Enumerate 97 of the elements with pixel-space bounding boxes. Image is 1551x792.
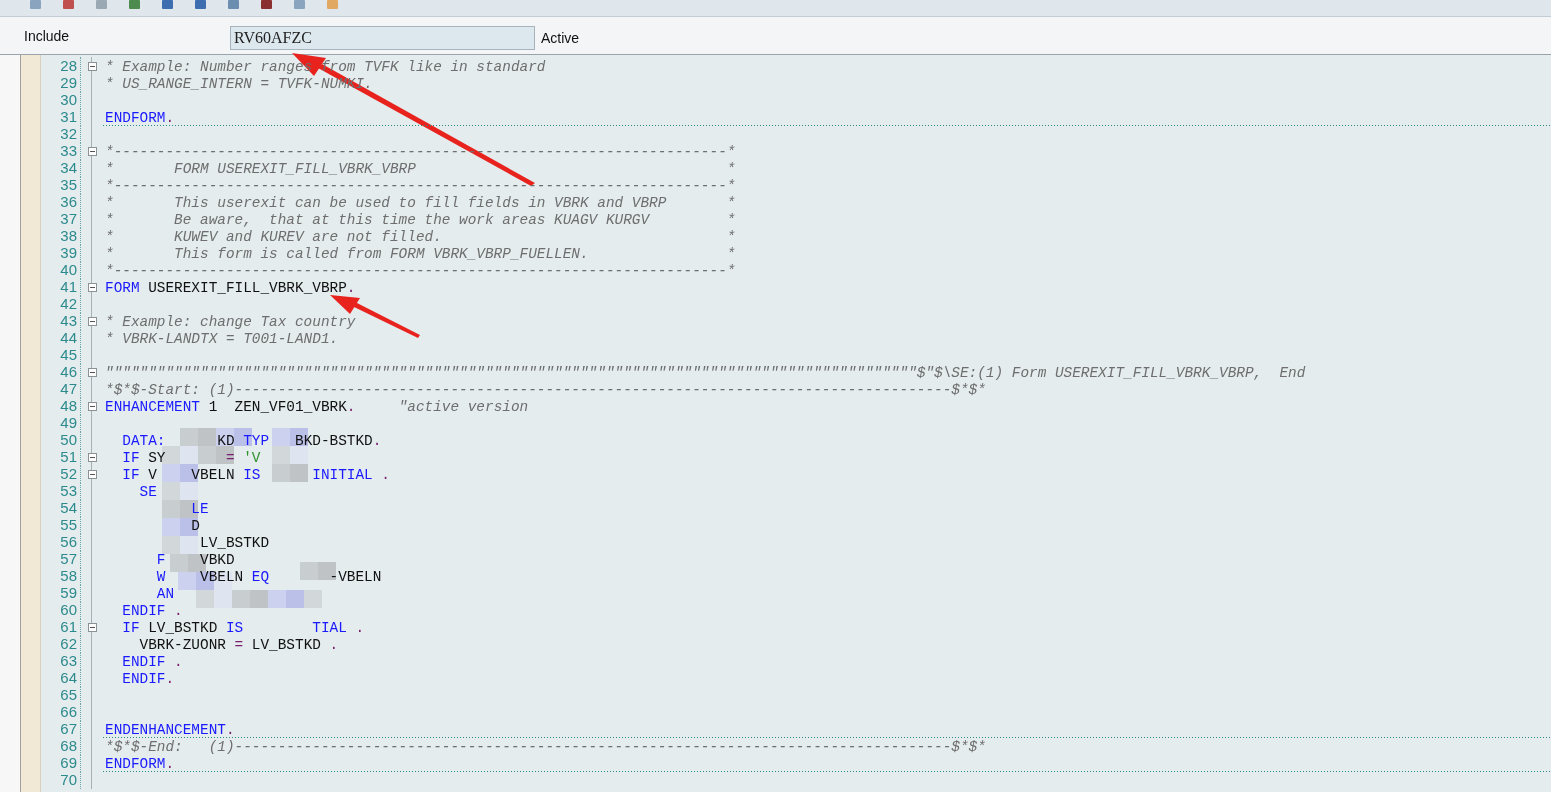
line-number: 51	[60, 448, 77, 465]
code-line: DATA: KD TYP BKD-BSTKD.	[121, 433, 382, 449]
line-number: 52	[60, 465, 77, 482]
line-number: 61	[60, 618, 77, 635]
line-number: 40	[60, 261, 77, 278]
line-number: 35	[60, 176, 77, 193]
code-line: ENDFORM.	[105, 756, 175, 772]
toolbar-icon[interactable]	[195, 0, 206, 9]
line-number: 44	[60, 329, 77, 346]
line-number: 70	[60, 771, 77, 788]
collapse-icon[interactable]	[87, 316, 97, 326]
line-number: 59	[60, 584, 77, 601]
code-line: * KUWEV and KUREV are not filled. *	[105, 229, 736, 245]
line-number: 67	[60, 720, 77, 737]
toolbar-icon[interactable]	[30, 0, 41, 9]
code-line: * This form is called from FORM VBRK_VBRP_FUELLEN. *	[105, 246, 736, 262]
line-number: 50	[60, 431, 77, 448]
toolbar-icon[interactable]	[96, 0, 107, 9]
code-line: IF LV_BSTKD IS TIAL .	[121, 620, 365, 636]
line-number: 57	[60, 550, 77, 567]
line-number: 63	[60, 652, 77, 669]
line-number: 36	[60, 193, 77, 210]
code-line: * VBRK-LANDTX = T001-LAND1.	[105, 331, 339, 347]
line-number: 60	[60, 601, 77, 618]
collapse-icon[interactable]	[87, 622, 97, 632]
code-line: W VBELN EQ -VBELN	[155, 569, 382, 585]
line-number: 38	[60, 227, 77, 244]
code-line: * Example: change Tax country	[105, 314, 356, 330]
code-line: ENDIF .	[121, 603, 183, 619]
include-field[interactable]: RV60AFZC	[230, 25, 535, 50]
code-line: FORM USEREXIT_FILL_VBRK_VBRP.	[105, 280, 356, 296]
line-number: 68	[60, 737, 77, 754]
line-number: 33	[60, 142, 77, 159]
collapse-icon[interactable]	[87, 452, 97, 462]
line-number: 64	[60, 669, 77, 686]
line-number: 29	[60, 74, 77, 91]
line-number: 37	[60, 210, 77, 227]
code-line: VBRK-ZUONR = LV_BSTKD .	[138, 637, 339, 653]
line-number: 42	[60, 295, 77, 312]
code-line: *-----------------------------------------------------------------------*	[105, 178, 736, 194]
line-number: 49	[60, 414, 77, 431]
line-number: 66	[60, 703, 77, 720]
code-line: *-----------------------------------------------------------------------*	[105, 263, 736, 279]
code-line: LV_BSTKD	[199, 535, 270, 551]
collapse-icon[interactable]	[87, 146, 97, 156]
code-line: IF V VBELN IS INITIAL .	[121, 467, 390, 483]
line-number: 30	[60, 91, 77, 108]
code-line: *$*$-End: (1)-----------------------------------------------------------------------------------$*$*	[105, 739, 986, 755]
line-number: 53	[60, 482, 77, 499]
line-number: 62	[60, 635, 77, 652]
code-line: ENDIF .	[121, 654, 183, 670]
line-number: 47	[60, 380, 77, 397]
code-line: * FORM USEREXIT_FILL_VBRK_VBRP *	[105, 161, 736, 177]
toolbar-icon[interactable]	[162, 0, 173, 9]
toolbar-icon[interactable]	[294, 0, 305, 9]
toolbar-icon[interactable]	[129, 0, 140, 9]
code-line: LE	[190, 501, 209, 517]
line-number: 48	[60, 397, 77, 414]
code-line: F VBKD	[155, 552, 235, 568]
collapse-icon[interactable]	[87, 401, 97, 411]
code-line: IF SY = 'V	[121, 450, 261, 466]
collapse-icon[interactable]	[87, 61, 97, 71]
status-text: Active	[541, 29, 580, 46]
code-line: * Be aware, that at this time the work areas KUAGV KURGV *	[105, 212, 736, 228]
code-line: AN	[155, 586, 175, 602]
code-line: D	[190, 518, 200, 534]
code-line: SE	[138, 484, 157, 500]
line-number: 54	[60, 499, 77, 516]
line-number: 28	[60, 57, 77, 74]
line-number: 46	[60, 363, 77, 380]
toolbar-icon[interactable]	[228, 0, 239, 9]
line-number: 41	[60, 278, 77, 295]
code-line: * This userexit can be used to fill fields in VBRK and VBRP *	[105, 195, 736, 211]
code-line: ENDIF.	[121, 671, 175, 687]
line-number: 39	[60, 244, 77, 261]
line-number: 58	[60, 567, 77, 584]
toolbar-icon[interactable]	[327, 0, 338, 9]
code-line: ENDENHANCEMENT.	[105, 722, 235, 738]
toolbar-icon[interactable]	[261, 0, 272, 9]
line-number: 31	[60, 108, 77, 125]
code-line: ENDFORM.	[105, 110, 175, 126]
code-line: *$*$-Start: (1)-----------------------------------------------------------------------------------$*$*	[105, 382, 986, 398]
code-line: """"""""""""""""""""""""""""""""""""""""""""""""""""""""""""""""""""""""""""""""""""""""""""""$"$\SE:(1) Form USEREXIT_FILL_VBRK_VBRP, End	[105, 365, 1306, 381]
code-line: ENHANCEMENT 1 ZEN_VF01_VBRK. "active version	[105, 399, 529, 415]
line-number: 43	[60, 312, 77, 329]
line-number: 32	[60, 125, 77, 142]
line-number: 56	[60, 533, 77, 550]
include-label: Include	[24, 27, 71, 44]
line-number: 34	[60, 159, 77, 176]
line-number: 55	[60, 516, 77, 533]
line-number: 45	[60, 346, 77, 363]
toolbar-icon[interactable]	[63, 0, 74, 9]
line-number: 65	[60, 686, 77, 703]
collapse-icon[interactable]	[87, 469, 97, 479]
line-number: 69	[60, 754, 77, 771]
collapse-icon[interactable]	[87, 282, 97, 292]
collapse-icon[interactable]	[87, 367, 97, 377]
